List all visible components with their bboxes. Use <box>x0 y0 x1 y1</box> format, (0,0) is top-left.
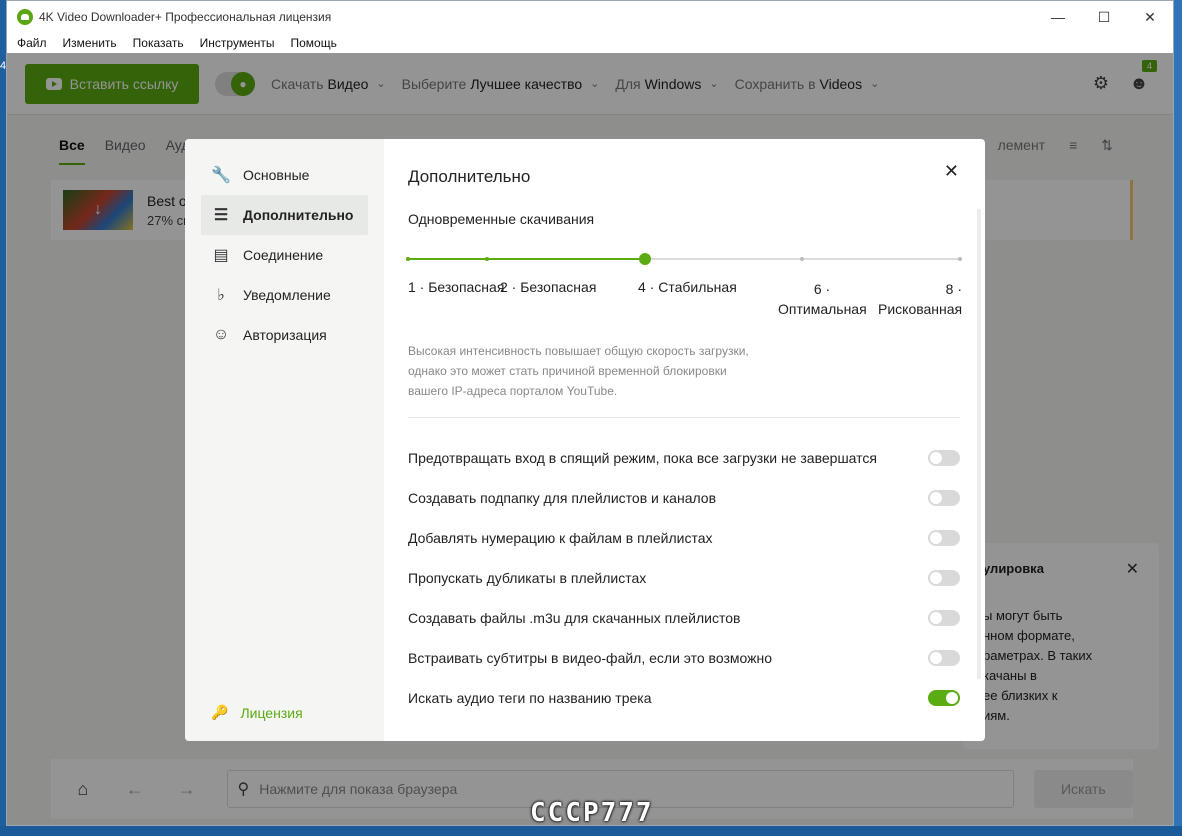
sidebar-item-label: Уведомление <box>243 287 331 303</box>
slider-label-1: 1 · Безопасная <box>408 279 505 295</box>
option-toggle[interactable] <box>928 650 960 666</box>
menu-bar: Файл Изменить Показать Инструменты Помощ… <box>7 33 1173 53</box>
watermark: CCCP777 <box>530 798 654 828</box>
wrench-icon: 🔧 <box>211 167 231 184</box>
option-toggle[interactable] <box>928 570 960 586</box>
menu-file[interactable]: Файл <box>9 36 55 50</box>
option-toggle[interactable] <box>928 450 960 466</box>
sidebar-item-general[interactable]: 🔧 Основные <box>201 155 368 195</box>
option-row[interactable]: Встраивать субтитры в видео-файл, если э… <box>408 638 960 678</box>
sidebar-item-label: Дополнительно <box>243 207 354 223</box>
option-row[interactable]: Создавать подпапку для плейлистов и кана… <box>408 478 960 518</box>
window-title: 4K Video Downloader+ Профессиональная ли… <box>39 10 332 24</box>
menu-view[interactable]: Показать <box>125 36 192 50</box>
hint-line: вашего IP-адреса порталом YouTube. <box>408 384 618 398</box>
option-label: Пропускать дубликаты в плейлистах <box>408 570 647 586</box>
option-label: Искать аудио теги по названию трека <box>408 690 652 706</box>
option-toggle[interactable] <box>928 490 960 506</box>
app-logo-icon <box>17 9 33 25</box>
maximize-button[interactable]: ☐ <box>1081 1 1127 33</box>
slider-tick[interactable] <box>406 257 410 261</box>
slider-tick[interactable] <box>958 257 962 261</box>
key-icon: 🔑 <box>211 704 229 720</box>
slider-tick[interactable] <box>484 257 489 261</box>
option-row[interactable]: Создавать файлы .m3u для скачанных плейл… <box>408 598 960 638</box>
sidebar-item-label: Соединение <box>243 247 324 263</box>
menu-tools[interactable]: Инструменты <box>192 36 283 50</box>
slider-fill <box>408 258 645 260</box>
option-toggle[interactable] <box>928 530 960 546</box>
option-row[interactable]: Искать аудио теги по названию трека <box>408 678 960 718</box>
sliders-icon: ☰ <box>213 207 229 224</box>
slider-label-6: 6 · Оптимальная <box>778 279 867 319</box>
option-label: Предотвращать вход в спящий режим, пока … <box>408 450 877 466</box>
option-label: Добавлять нумерацию к файлам в плейлиста… <box>408 530 713 546</box>
close-icon[interactable]: ✕ <box>944 161 959 182</box>
option-label: Встраивать субтитры в видео-файл, если э… <box>408 650 773 666</box>
sidebar-item-notifications[interactable]: ♭ Уведомление <box>201 275 368 315</box>
menu-help[interactable]: Помощь <box>283 36 345 50</box>
options-list: Предотвращать вход в спящий режим, пока … <box>408 438 960 718</box>
sidebar-item-advanced[interactable]: ☰ Дополнительно <box>201 195 368 235</box>
sidebar-item-label: Основные <box>243 167 310 183</box>
sidebar-item-authorization[interactable]: ☺ Авторизация <box>201 315 368 355</box>
close-window-button[interactable]: ✕ <box>1127 1 1173 33</box>
option-toggle[interactable] <box>928 690 960 706</box>
server-icon: ▤ <box>213 247 229 264</box>
title-bar: 4K Video Downloader+ Профессиональная ли… <box>7 1 1173 33</box>
slider-label-2: 2 · Безопасная <box>500 279 597 295</box>
scrollbar[interactable] <box>977 209 981 679</box>
slider-labels: 1 · Безопасная 2 · Безопасная 4 · Стабил… <box>408 279 962 317</box>
option-row[interactable]: Пропускать дубликаты в плейлистах <box>408 558 960 598</box>
slider-label-6-num: 6 · <box>813 281 831 297</box>
minimize-button[interactable]: — <box>1035 1 1081 33</box>
hint-line: однако это может стать причиной временно… <box>408 364 727 378</box>
settings-dialog: 🔧 Основные ☰ Дополнительно ▤ Соединение … <box>185 139 985 741</box>
concurrent-downloads-slider[interactable] <box>406 249 962 269</box>
slider-label-8: 8 · Рискованная <box>878 279 962 319</box>
slider-label-6-text: Оптимальная <box>778 301 867 317</box>
page-title: Дополнительно <box>408 167 531 186</box>
settings-content: Дополнительно ✕ Одновременные скачивания… <box>384 139 985 741</box>
license-label: Лицензия <box>240 704 303 721</box>
slider-label-4: 4 · Стабильная <box>638 279 737 295</box>
hint-text: Высокая интенсивность повышает общую ско… <box>408 341 768 401</box>
option-toggle[interactable] <box>928 610 960 626</box>
option-row[interactable]: Предотвращать вход в спящий режим, пока … <box>408 438 960 478</box>
option-label: Создавать файлы .m3u для скачанных плейл… <box>408 610 741 626</box>
option-row[interactable]: Добавлять нумерацию к файлам в плейлиста… <box>408 518 960 558</box>
menu-edit[interactable]: Изменить <box>55 36 125 50</box>
settings-sidebar: 🔧 Основные ☰ Дополнительно ▤ Соединение … <box>185 139 384 741</box>
bell-icon: ♭ <box>217 287 225 304</box>
slider-label-8-num: 8 · <box>945 281 962 297</box>
desktop-right-edge <box>1174 0 1182 836</box>
sidebar-item-label: Авторизация <box>243 327 327 343</box>
divider <box>408 417 960 418</box>
slider-tick[interactable] <box>800 257 805 261</box>
license-link[interactable]: 🔑 Лицензия <box>211 704 303 721</box>
slider-label-8-text: Рискованная <box>878 301 963 317</box>
sidebar-item-connection[interactable]: ▤ Соединение <box>201 235 368 275</box>
slider-handle[interactable] <box>638 253 651 265</box>
user-circle-icon: ☺ <box>212 326 230 343</box>
option-label: Создавать подпапку для плейлистов и кана… <box>408 490 717 506</box>
concurrent-downloads-label: Одновременные скачивания <box>408 211 595 227</box>
hint-line: Высокая интенсивность повышает общую ско… <box>408 344 749 358</box>
